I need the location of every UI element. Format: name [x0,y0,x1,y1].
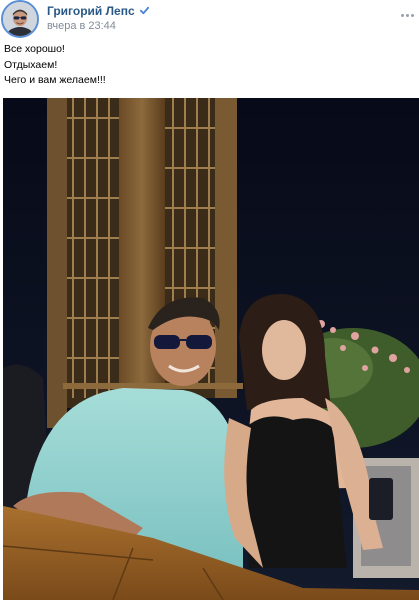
avatar-image [3,2,37,36]
post-timestamp[interactable]: вчера в 23:44 [47,20,116,32]
post-text-line: Все хорошо! [4,43,65,55]
post-header: Григорий Лепс вчера в 23:44 [0,0,419,38]
post-text-line: Отдыхаем! [4,58,58,71]
author-name-link[interactable]: Григорий Лепс [47,4,150,18]
author-name: Григорий Лепс [47,4,135,18]
verified-check-icon [139,6,149,15]
author-avatar[interactable] [1,0,39,38]
wall-post: Григорий Лепс вчера в 23:44 Все хорошо! … [0,0,419,600]
more-dots-icon[interactable] [401,14,415,18]
post-text: Все хорошо! Отдыхаем! Чего и вам желаем!… [4,42,414,89]
post-text-line: Чего и вам желаем!!! [4,74,106,86]
photo-image [3,98,419,600]
post-photo[interactable] [3,98,419,600]
